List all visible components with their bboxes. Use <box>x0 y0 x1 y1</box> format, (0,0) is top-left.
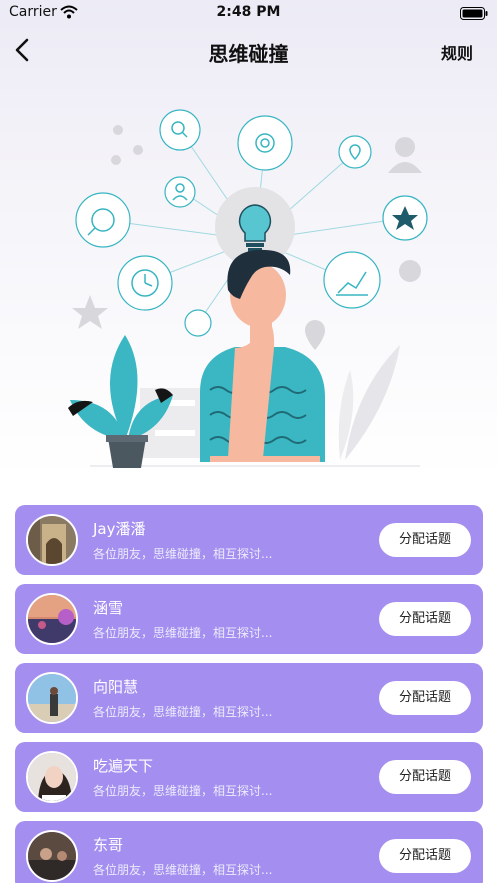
user-name: Jay潘潘 <box>93 520 146 538</box>
list-item[interactable]: Jay潘潘 各位朋友，思维碰撞，相互探讨... 分配话题 <box>15 505 483 575</box>
list-item[interactable]: 向阳慧 各位朋友，思维碰撞，相互探讨... 分配话题 <box>15 663 483 733</box>
user-description: 各位朋友，思维碰撞，相互探讨... <box>93 863 273 877</box>
page-title: 思维碰撞 <box>208 42 289 66</box>
avatar <box>26 593 78 645</box>
user-name: 东哥 <box>93 836 124 854</box>
user-description: 各位朋友，思维碰撞，相互探讨... <box>93 784 273 798</box>
assign-topic-button[interactable]: 分配话题 <box>379 760 471 794</box>
thinking-person-illustration <box>0 90 497 480</box>
assign-topic-button[interactable]: 分配话题 <box>379 681 471 715</box>
assign-topic-button[interactable]: 分配话题 <box>379 839 471 873</box>
list-item[interactable]: 东哥 各位朋友，思维碰撞，相互探讨... 分配话题 <box>15 821 483 883</box>
user-list: Jay潘潘 各位朋友，思维碰撞，相互探讨... 分配话题 涵雪 各位朋友，思维碰… <box>15 505 483 883</box>
nav-bar: 思维碰撞 规则 <box>0 28 497 72</box>
user-name: 涵雪 <box>93 599 124 617</box>
status-bar: Carrier 2:48 PM <box>0 0 497 24</box>
list-item[interactable]: 吃遍天下 各位朋友，思维碰撞，相互探讨... 分配话题 <box>15 742 483 812</box>
avatar <box>26 514 78 566</box>
avatar <box>26 672 78 724</box>
user-name: 吃遍天下 <box>93 757 154 775</box>
avatar <box>26 830 78 882</box>
user-description: 各位朋友，思维碰撞，相互探讨... <box>93 547 273 561</box>
list-item[interactable]: 涵雪 各位朋友，思维碰撞，相互探讨... 分配话题 <box>15 584 483 654</box>
assign-topic-button[interactable]: 分配话题 <box>379 602 471 636</box>
user-description: 各位朋友，思维碰撞，相互探讨... <box>93 626 273 640</box>
rules-button[interactable]: 规则 <box>441 40 473 64</box>
user-description: 各位朋友，思维碰撞，相互探讨... <box>93 705 273 719</box>
avatar <box>26 751 78 803</box>
user-name: 向阳慧 <box>93 678 139 696</box>
assign-topic-button[interactable]: 分配话题 <box>379 523 471 557</box>
battery-icon <box>460 5 488 24</box>
status-time: 2:48 PM <box>216 4 281 20</box>
